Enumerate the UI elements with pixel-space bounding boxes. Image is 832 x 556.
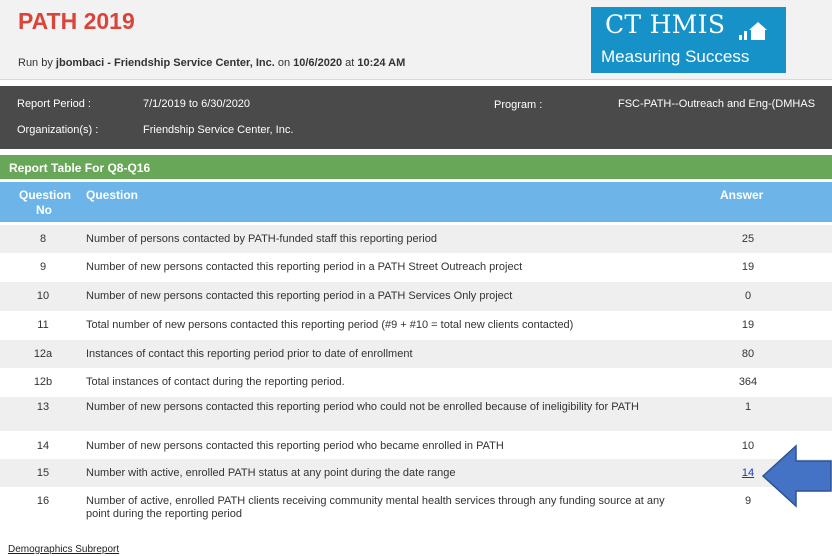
organization-label: Organization(s) : bbox=[17, 124, 99, 136]
ct-hmis-logo: CT HMIS Measuring Success bbox=[591, 7, 786, 73]
table-row: 15 Number with active, enrolled PATH sta… bbox=[0, 459, 832, 487]
report-period-label: Report Period : bbox=[17, 98, 91, 110]
table-row: 12b Total instances of contact during th… bbox=[0, 368, 832, 397]
left-arrow-annotation bbox=[761, 444, 832, 508]
run-by-line: Run by jbombaci - Friendship Service Cen… bbox=[18, 57, 406, 69]
question-text: Number of new persons contacted this rep… bbox=[86, 261, 523, 273]
question-no: 14 bbox=[36, 440, 50, 452]
table-row: 9 Number of new persons contacted this r… bbox=[0, 253, 832, 282]
col-question: Question bbox=[86, 188, 139, 202]
program-value: FSC-PATH--Outreach and Eng-(DMHAS bbox=[618, 98, 816, 110]
question-no: 8 bbox=[39, 233, 47, 245]
answer-value: 25 bbox=[741, 233, 755, 245]
col-answer: Answer bbox=[720, 188, 764, 202]
report-period-value: 7/1/2019 to 6/30/2020 bbox=[143, 98, 251, 110]
run-date: 10/6/2020 bbox=[293, 57, 343, 69]
organization-value: Friendship Service Center, Inc. bbox=[143, 124, 294, 136]
question-text: Number of active, enrolled PATH clients … bbox=[86, 495, 665, 520]
table-row: 8 Number of persons contacted by PATH-fu… bbox=[0, 225, 832, 253]
question-text: Instances of contact this reporting peri… bbox=[86, 348, 413, 360]
table-row: 16 Number of active, enrolled PATH clien… bbox=[0, 487, 832, 527]
report-table-body: 8 Number of persons contacted by PATH-fu… bbox=[0, 225, 832, 527]
question-text: Total number of new persons contacted th… bbox=[86, 319, 574, 331]
report-header: PATH 2019 Run by jbombaci - Friendship S… bbox=[0, 0, 832, 80]
col-question-no-line1: Question bbox=[19, 188, 72, 202]
question-text: Number of persons contacted by PATH-fund… bbox=[86, 233, 437, 245]
run-time: 10:24 AM bbox=[357, 57, 406, 69]
table-row: 12a Instances of contact this reporting … bbox=[0, 340, 832, 368]
question-text: Number of new persons contacted this rep… bbox=[86, 440, 504, 452]
question-no: 15 bbox=[36, 467, 50, 479]
question-text: Number of new persons contacted this rep… bbox=[86, 401, 639, 413]
question-no: 13 bbox=[36, 401, 50, 413]
question-no: 9 bbox=[39, 261, 47, 273]
report-table-title: Report Table For Q8-Q16 bbox=[0, 155, 832, 179]
col-question-no-line2: No bbox=[36, 203, 52, 217]
answer-value: 364 bbox=[738, 376, 758, 388]
table-row: 11 Total number of new persons contacted… bbox=[0, 311, 832, 340]
question-text: Number of new persons contacted this rep… bbox=[86, 290, 513, 302]
answer-value: 19 bbox=[741, 261, 755, 273]
table-row: 14 Number of new persons contacted this … bbox=[0, 431, 832, 459]
logo-tagline: Measuring Success bbox=[601, 47, 750, 66]
run-by-user: jbombaci - Friendship Service Center, In… bbox=[55, 57, 275, 69]
demographics-subreport-link[interactable]: Demographics Subreport bbox=[8, 544, 119, 555]
table-row: 10 Number of new persons contacted this … bbox=[0, 282, 832, 311]
question-no: 11 bbox=[37, 319, 49, 331]
logo-top-text: CT HMIS bbox=[605, 10, 726, 39]
question-no: 12a bbox=[33, 348, 53, 360]
question-no: 10 bbox=[36, 290, 50, 302]
house-bars-icon bbox=[739, 22, 767, 40]
question-text: Total instances of contact during the re… bbox=[86, 376, 345, 388]
answer-value: 19 bbox=[741, 319, 755, 331]
answer-value: 80 bbox=[741, 348, 755, 360]
question-text: Number with active, enrolled PATH status… bbox=[86, 467, 456, 479]
table-header: Question No Question Answer bbox=[0, 182, 832, 222]
program-label: Program : bbox=[494, 99, 543, 111]
table-row: 13 Number of new persons contacted this … bbox=[0, 397, 832, 431]
report-title: PATH 2019 bbox=[18, 8, 135, 34]
question-no: 12b bbox=[33, 376, 53, 388]
answer-link-15[interactable]: 14 bbox=[742, 467, 754, 479]
report-meta-panel: Report Period : 7/1/2019 to 6/30/2020 Pr… bbox=[0, 86, 832, 149]
question-no: 16 bbox=[36, 495, 50, 507]
answer-value: 1 bbox=[744, 401, 752, 413]
answer-value: 0 bbox=[744, 290, 752, 302]
